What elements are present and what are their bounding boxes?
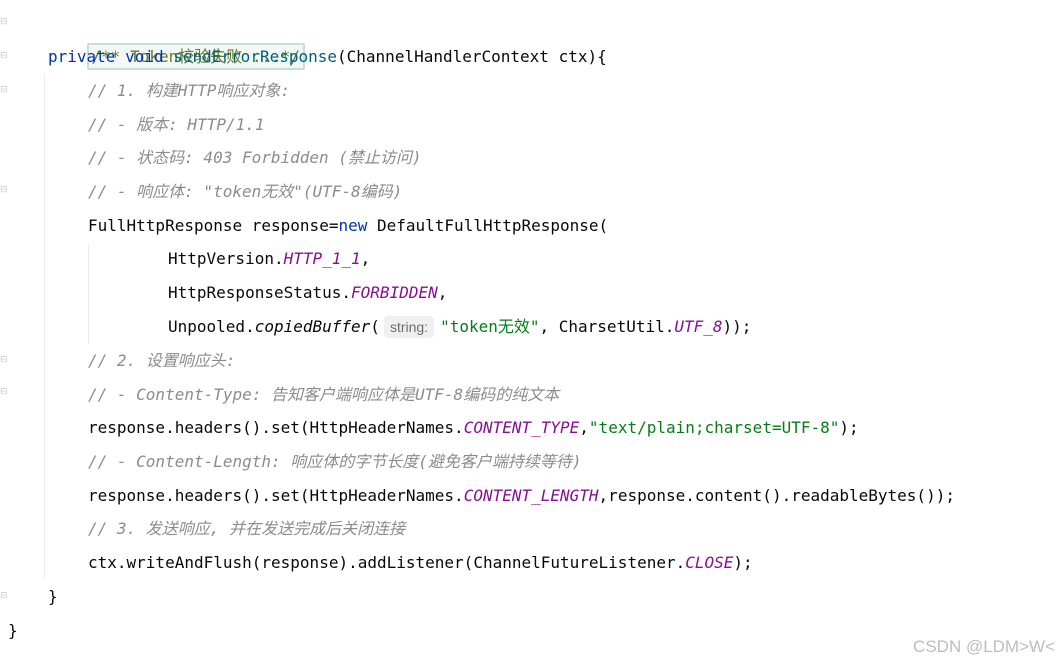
method-params: (ChannelHandlerContext ctx){ bbox=[337, 47, 607, 66]
ct-field: CONTENT_TYPE bbox=[463, 418, 580, 437]
code-comment-5[interactable]: // 2. 设置响应头: bbox=[88, 344, 235, 378]
fold-icon[interactable]: ⊟ bbox=[0, 388, 9, 397]
ct-prefix: response.headers().set(HttpHeaderNames. bbox=[88, 418, 464, 437]
send-prefix: ctx.writeAndFlush(response).addListener(… bbox=[88, 553, 686, 572]
code-line-response-decl[interactable]: FullHttpResponse response=new DefaultFul… bbox=[88, 209, 608, 243]
watermark: CSDN @LDM>W< bbox=[913, 637, 1055, 656]
parameter-hint: string: bbox=[383, 316, 435, 338]
buffer-class: Unpooled. bbox=[168, 317, 255, 336]
indent-guide bbox=[44, 74, 45, 578]
editor-gutter: ⊟ ⊟ ⊟ ⊟ ⊟ ⊟ ⊟ bbox=[0, 0, 12, 663]
code-line-http-version[interactable]: HttpVersion.HTTP_1_1, bbox=[168, 242, 370, 276]
status-class: HttpResponseStatus. bbox=[168, 283, 352, 302]
fold-icon[interactable]: ⊟ bbox=[0, 18, 9, 27]
close-field: CLOSE bbox=[685, 553, 734, 572]
buffer-tail: )); bbox=[722, 317, 752, 336]
code-comment-3[interactable]: // - 状态码: 403 Forbidden (禁止访问) bbox=[88, 141, 422, 175]
code-comment-8[interactable]: // 3. 发送响应, 并在发送完成后关闭连接 bbox=[88, 512, 405, 546]
fold-icon[interactable]: ⊟ bbox=[0, 86, 9, 95]
fold-icon[interactable]: ⊟ bbox=[0, 356, 9, 365]
buffer-open: ( bbox=[370, 317, 380, 336]
fold-icon[interactable]: ⊟ bbox=[0, 592, 9, 601]
code-line-write-and-flush[interactable]: ctx.writeAndFlush(response).addListener(… bbox=[88, 546, 753, 580]
code-line-close-class[interactable]: } bbox=[8, 614, 18, 648]
status-field: FORBIDDEN bbox=[351, 283, 438, 302]
code-line-http-status[interactable]: HttpResponseStatus.FORBIDDEN, bbox=[168, 276, 447, 310]
code-comment-1[interactable]: // 1. 构建HTTP响应对象: bbox=[88, 74, 290, 108]
ct-string: "text/plain;charset=UTF-8" bbox=[588, 418, 840, 437]
buffer-string: "token无效" bbox=[440, 317, 540, 336]
code-line-close-method[interactable]: } bbox=[48, 580, 58, 614]
code-comment-2[interactable]: // - 版本: HTTP/1.1 bbox=[88, 108, 265, 142]
code-comment-4[interactable]: // - 响应体: "token无效"(UTF-8编码) bbox=[88, 175, 402, 209]
code-line-content-length[interactable]: response.headers().set(HttpHeaderNames.C… bbox=[88, 479, 955, 513]
code-comment-6[interactable]: // - Content-Type: 告知客户端响应体是UTF-8编码的纯文本 bbox=[88, 378, 559, 412]
fold-icon[interactable]: ⊟ bbox=[0, 186, 9, 195]
keyword-void: void bbox=[125, 47, 164, 66]
indent-guide bbox=[88, 244, 89, 344]
send-tail: ); bbox=[733, 553, 753, 572]
response-type: FullHttpResponse response= bbox=[88, 216, 339, 235]
code-line-content-type[interactable]: response.headers().set(HttpHeaderNames.C… bbox=[88, 411, 859, 445]
buffer-method: copiedBuffer bbox=[254, 317, 371, 336]
fold-icon[interactable]: ⊟ bbox=[0, 52, 9, 61]
response-ctor: DefaultFullHttpResponse( bbox=[367, 216, 609, 235]
keyword-new: new bbox=[338, 216, 368, 235]
version-class: HttpVersion. bbox=[168, 249, 284, 268]
code-line-doc-comment[interactable]: /** Token校验失败 ...*/ bbox=[48, 6, 306, 70]
code-line-method-signature[interactable]: private void sendErrorResponse(ChannelHa… bbox=[48, 40, 607, 74]
keyword-private: private bbox=[48, 47, 116, 66]
code-comment-7[interactable]: // - Content-Length: 响应体的字节长度(避免客户端持续等待) bbox=[88, 445, 582, 479]
charset-field: UTF_8 bbox=[674, 317, 723, 336]
cl-field: CONTENT_LENGTH bbox=[463, 486, 599, 505]
cl-prefix: response.headers().set(HttpHeaderNames. bbox=[88, 486, 464, 505]
cl-tail: ,response.content().readableBytes()); bbox=[598, 486, 955, 505]
ct-comma: , bbox=[579, 418, 589, 437]
method-name: sendErrorResponse bbox=[173, 47, 338, 66]
buffer-mid: , CharsetUtil. bbox=[539, 317, 675, 336]
status-tail: , bbox=[437, 283, 448, 302]
version-field: HTTP_1_1 bbox=[283, 249, 361, 268]
version-tail: , bbox=[360, 249, 371, 268]
ct-tail: ); bbox=[839, 418, 859, 437]
code-line-copied-buffer[interactable]: Unpooled.copiedBuffer(string: "token无效", … bbox=[168, 310, 751, 344]
